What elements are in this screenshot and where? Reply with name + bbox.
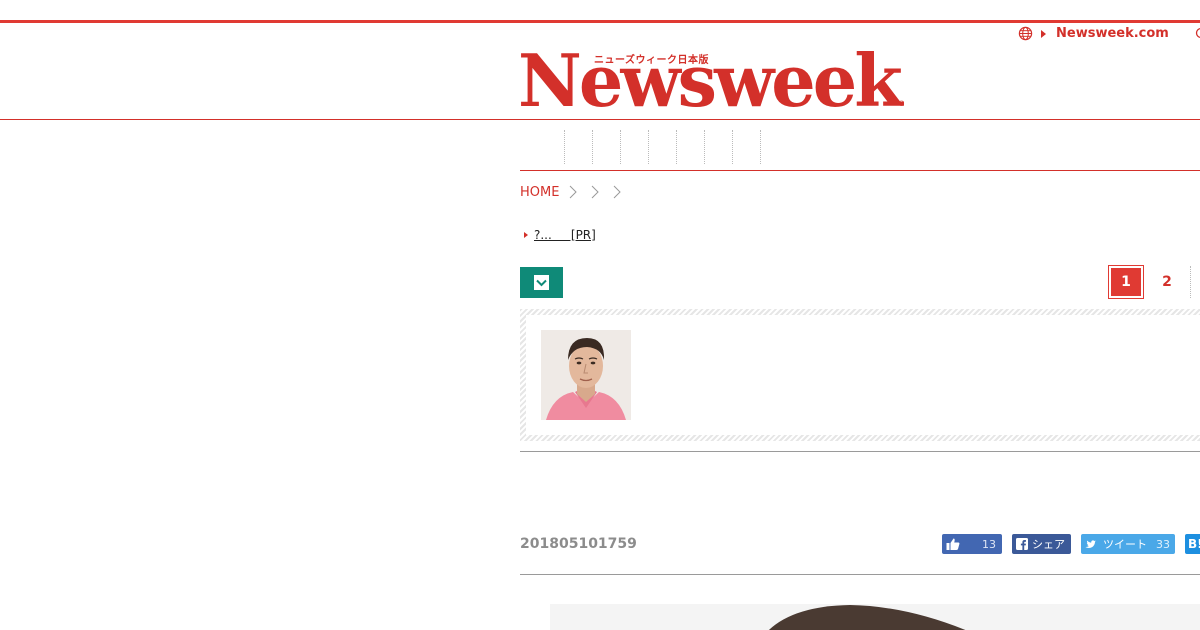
hatena-bookmark-button[interactable]: B! — [1185, 534, 1200, 554]
twitter-bird-icon — [1085, 540, 1096, 549]
pr-link-text: ?... [PR] — [534, 228, 596, 242]
newsweek-logo[interactable]: Newsweek ニューズウィーク日本版 ® — [518, 45, 908, 117]
global-nav — [520, 130, 761, 164]
global-link-label: Newsweek.com — [1056, 26, 1169, 41]
expand-toggle-button[interactable] — [520, 267, 563, 298]
chevron-right-icon — [614, 185, 622, 199]
tweet-label: ツイート — [1103, 538, 1147, 551]
chevron-down-icon — [534, 275, 549, 290]
header-divider — [0, 119, 1200, 120]
hatena-label: B! — [1188, 537, 1200, 551]
nav-item[interactable] — [733, 130, 761, 164]
article-main-image — [550, 604, 1200, 630]
caret-right-icon — [1041, 29, 1046, 38]
search-icon[interactable] — [1194, 26, 1200, 45]
thumbs-up-icon — [946, 538, 960, 550]
breadcrumb: HOME — [520, 182, 635, 202]
nav-divider — [520, 170, 1200, 171]
chevron-right-icon — [592, 185, 600, 199]
globe-icon — [1018, 26, 1033, 41]
page-1-button[interactable]: 1 — [1108, 265, 1144, 299]
author-box — [520, 309, 1200, 441]
pager-separator — [1190, 266, 1192, 298]
nav-item[interactable] — [621, 130, 649, 164]
nav-item[interactable] — [705, 130, 733, 164]
nav-item[interactable] — [520, 130, 565, 164]
page-2-button[interactable]: 2 — [1150, 266, 1184, 298]
breadcrumb-home-link[interactable]: HOME — [520, 185, 559, 200]
nav-item[interactable] — [649, 130, 677, 164]
section-divider — [520, 574, 1200, 575]
section-divider — [520, 451, 1200, 452]
tweet-button[interactable]: ツイート 33 — [1081, 534, 1175, 554]
facebook-like-button[interactable]: 13 — [942, 534, 1002, 554]
like-count: 13 — [982, 537, 996, 551]
nav-item[interactable] — [677, 130, 705, 164]
article-timestamp: 201805101759 — [520, 536, 637, 552]
caret-right-icon — [524, 232, 528, 238]
author-photo — [541, 330, 631, 420]
nav-item[interactable] — [565, 130, 593, 164]
global-site-link[interactable]: Newsweek.com — [1018, 26, 1169, 41]
nav-item[interactable] — [593, 130, 621, 164]
logo-registered-mark: ® — [898, 100, 905, 108]
pagination: 1 2 — [1108, 265, 1192, 299]
tweet-count: 33 — [1156, 537, 1170, 551]
facebook-share-button[interactable]: シェア — [1012, 534, 1071, 554]
facebook-icon — [1016, 538, 1028, 550]
pr-link[interactable]: ?... [PR] — [524, 228, 596, 242]
page: Newsweek.com Newsweek ニューズウィーク日本版 ® HOME… — [0, 0, 1200, 630]
share-label: シェア — [1032, 538, 1065, 551]
chevron-right-icon — [570, 185, 578, 199]
top-red-rule — [0, 20, 1200, 23]
logo-tagline: ニューズウィーク日本版 — [594, 55, 709, 66]
